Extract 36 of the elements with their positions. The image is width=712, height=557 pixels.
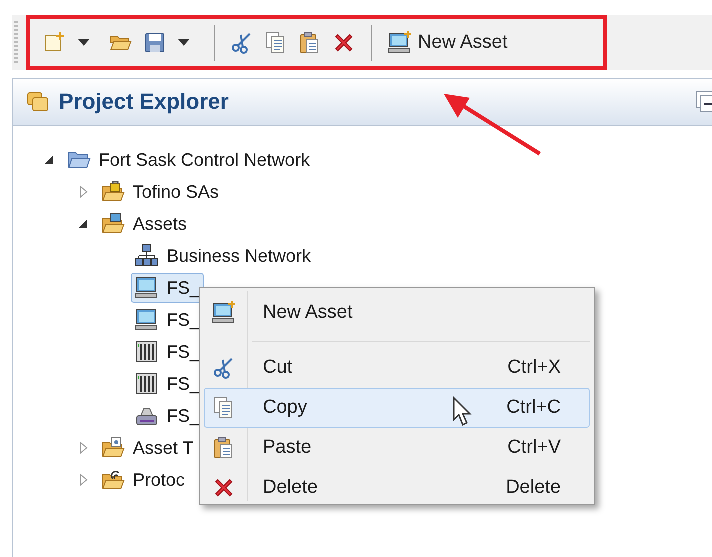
tree-item[interactable]: FS_	[131, 273, 204, 303]
folder-icon	[101, 468, 125, 492]
tree-item[interactable]: FS_	[131, 369, 204, 399]
tree-item[interactable]: Business Network	[131, 241, 316, 271]
menu-item[interactable]: Copy Ctrl+C	[204, 388, 590, 428]
caret-icon	[178, 38, 190, 46]
folders-icon	[27, 91, 51, 113]
folder-icon	[101, 436, 125, 460]
monitor-plus-icon	[212, 301, 236, 325]
folder-icon	[101, 212, 125, 236]
new-file-icon	[43, 30, 67, 54]
menu-item[interactable]: New Asset	[204, 291, 590, 335]
tree-item[interactable]: FS_	[131, 337, 204, 367]
minimize-icon[interactable]	[696, 91, 712, 113]
rack-icon	[135, 340, 159, 364]
tree-item[interactable]: Assets	[97, 209, 192, 239]
menu-item[interactable]: Delete Delete	[204, 468, 590, 508]
tree-item[interactable]: Tofino SAs	[97, 177, 224, 207]
new-asset-button[interactable]: New Asset	[384, 26, 512, 58]
monitor-icon	[135, 308, 159, 332]
caret-icon	[78, 38, 90, 46]
tree-item[interactable]: FS_	[131, 305, 204, 335]
menu-item[interactable]: Paste Ctrl+V	[204, 428, 590, 468]
rack-icon	[135, 372, 159, 396]
tree-item[interactable]: Asset T	[97, 433, 198, 463]
tree-item[interactable]: Fort Sask Control Network	[63, 145, 314, 175]
toolbar-grip[interactable]	[14, 20, 18, 64]
monitor-icon	[135, 276, 159, 300]
network-icon	[135, 244, 159, 268]
mouse-cursor-icon	[452, 396, 474, 428]
tree-item[interactable]: FS_	[131, 401, 204, 431]
tree-item[interactable]: Protoc	[97, 465, 190, 495]
menu-item[interactable]: Cut Ctrl+X	[204, 348, 590, 388]
monitor-plus-icon	[388, 30, 412, 54]
panel-title: Project Explorer	[59, 89, 229, 115]
locked-folder-icon	[101, 180, 125, 204]
